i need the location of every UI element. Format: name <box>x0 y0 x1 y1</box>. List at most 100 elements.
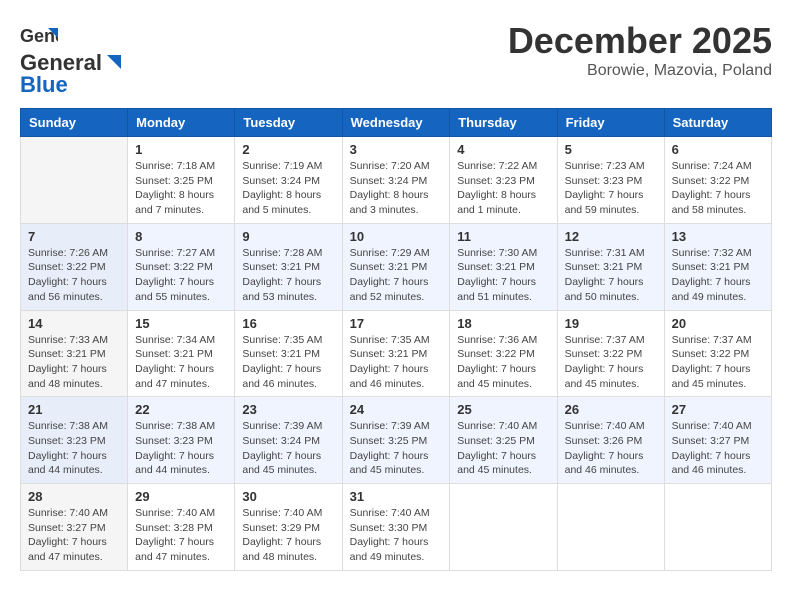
day-info: Sunrise: 7:40 AMSunset: 3:25 PMDaylight:… <box>457 419 549 478</box>
calendar-cell: 24 Sunrise: 7:39 AMSunset: 3:25 PMDayligh… <box>342 397 450 484</box>
calendar-cell: 4Sunrise: 7:22 AMSunset: 3:23 PMDaylight… <box>450 137 557 224</box>
calendar-cell: 14 Sunrise: 7:33 AMSunset: 3:21 PMDayligh… <box>21 310 128 397</box>
calendar-table: Sunday Monday Tuesday Wednesday Thursday… <box>20 108 772 571</box>
day-number: 19 <box>565 316 657 331</box>
calendar-week-row: 7 Sunrise: 7:26 AMSunset: 3:22 PMDaylight… <box>21 223 772 310</box>
calendar-cell: 8 Sunrise: 7:27 AMSunset: 3:22 PMDaylight… <box>128 223 235 310</box>
day-info: Sunrise: 7:31 AMSunset: 3:21 PMDaylight:… <box>565 246 657 305</box>
day-number: 7 <box>28 229 120 244</box>
calendar-cell: 22 Sunrise: 7:38 AMSunset: 3:23 PMDayligh… <box>128 397 235 484</box>
day-info: Sunrise: 7:40 AMSunset: 3:27 PMDaylight:… <box>672 419 764 478</box>
calendar-cell: 27 Sunrise: 7:40 AMSunset: 3:27 PMDayligh… <box>664 397 771 484</box>
calendar-cell: 25 Sunrise: 7:40 AMSunset: 3:25 PMDayligh… <box>450 397 557 484</box>
calendar-header-row: Sunday Monday Tuesday Wednesday Thursday… <box>21 109 772 137</box>
day-number: 3 <box>350 142 443 157</box>
calendar-cell: 2Sunrise: 7:19 AMSunset: 3:24 PMDaylight… <box>235 137 342 224</box>
day-number: 28 <box>28 489 120 504</box>
day-number: 9 <box>242 229 334 244</box>
logo-triangle-icon <box>103 53 121 71</box>
day-number: 23 <box>242 402 334 417</box>
calendar-cell: 29Sunrise: 7:40 AMSunset: 3:28 PMDayligh… <box>128 484 235 571</box>
calendar-cell: 9 Sunrise: 7:28 AMSunset: 3:21 PMDaylight… <box>235 223 342 310</box>
day-number: 26 <box>565 402 657 417</box>
calendar-cell: 26 Sunrise: 7:40 AMSunset: 3:26 PMDayligh… <box>557 397 664 484</box>
day-number: 12 <box>565 229 657 244</box>
calendar-cell <box>450 484 557 571</box>
day-number: 1 <box>135 142 227 157</box>
day-info: Sunrise: 7:29 AMSunset: 3:21 PMDaylight:… <box>350 246 443 305</box>
logo: General General Blue <box>20 20 121 98</box>
calendar-cell: 6 Sunrise: 7:24 AMSunset: 3:22 PMDaylight… <box>664 137 771 224</box>
calendar-cell: 13 Sunrise: 7:32 AMSunset: 3:21 PMDayligh… <box>664 223 771 310</box>
day-number: 13 <box>672 229 764 244</box>
day-info: Sunrise: 7:40 AMSunset: 3:28 PMDaylight:… <box>135 506 227 565</box>
calendar-week-row: 28 Sunrise: 7:40 AMSunset: 3:27 PMDayligh… <box>21 484 772 571</box>
calendar-cell <box>21 137 128 224</box>
calendar-cell: 3 Sunrise: 7:20 AMSunset: 3:24 PMDaylight… <box>342 137 450 224</box>
day-info: Sunrise: 7:32 AMSunset: 3:21 PMDaylight:… <box>672 246 764 305</box>
day-info: Sunrise: 7:38 AMSunset: 3:23 PMDaylight:… <box>28 419 120 478</box>
calendar-cell: 1Sunrise: 7:18 AMSunset: 3:25 PMDaylight… <box>128 137 235 224</box>
calendar-cell: 19 Sunrise: 7:37 AMSunset: 3:22 PMDayligh… <box>557 310 664 397</box>
day-info: Sunrise: 7:40 AMSunset: 3:26 PMDaylight:… <box>565 419 657 478</box>
calendar-cell <box>557 484 664 571</box>
calendar-cell: 7 Sunrise: 7:26 AMSunset: 3:22 PMDaylight… <box>21 223 128 310</box>
day-info: Sunrise: 7:22 AMSunset: 3:23 PMDaylight:… <box>457 159 549 218</box>
calendar-cell: 18Sunrise: 7:36 AMSunset: 3:22 PMDayligh… <box>450 310 557 397</box>
day-number: 16 <box>242 316 334 331</box>
day-info: Sunrise: 7:27 AMSunset: 3:22 PMDaylight:… <box>135 246 227 305</box>
calendar-week-row: 21Sunrise: 7:38 AMSunset: 3:23 PMDayligh… <box>21 397 772 484</box>
page-header: General General Blue December 2025 Borow… <box>20 20 772 98</box>
col-tuesday: Tuesday <box>235 109 342 137</box>
calendar-cell: 11Sunrise: 7:30 AMSunset: 3:21 PMDayligh… <box>450 223 557 310</box>
day-number: 5 <box>565 142 657 157</box>
day-number: 24 <box>350 402 443 417</box>
day-info: Sunrise: 7:20 AMSunset: 3:24 PMDaylight:… <box>350 159 443 218</box>
day-info: Sunrise: 7:30 AMSunset: 3:21 PMDaylight:… <box>457 246 549 305</box>
calendar-cell: 17 Sunrise: 7:35 AMSunset: 3:21 PMDayligh… <box>342 310 450 397</box>
day-number: 25 <box>457 402 549 417</box>
logo-blue: Blue <box>20 72 68 97</box>
calendar-cell: 20Sunrise: 7:37 AMSunset: 3:22 PMDayligh… <box>664 310 771 397</box>
calendar-cell: 5 Sunrise: 7:23 AMSunset: 3:23 PMDaylight… <box>557 137 664 224</box>
day-info: Sunrise: 7:23 AMSunset: 3:23 PMDaylight:… <box>565 159 657 218</box>
day-info: Sunrise: 7:40 AMSunset: 3:30 PMDaylight:… <box>350 506 443 565</box>
day-info: Sunrise: 7:40 AMSunset: 3:29 PMDaylight:… <box>242 506 334 565</box>
day-number: 17 <box>350 316 443 331</box>
day-number: 14 <box>28 316 120 331</box>
calendar-cell <box>664 484 771 571</box>
calendar-cell: 30 Sunrise: 7:40 AMSunset: 3:29 PMDayligh… <box>235 484 342 571</box>
day-info: Sunrise: 7:39 AMSunset: 3:24 PMDaylight:… <box>242 419 334 478</box>
day-info: Sunrise: 7:39 AMSunset: 3:25 PMDaylight:… <box>350 419 443 478</box>
day-info: Sunrise: 7:24 AMSunset: 3:22 PMDaylight:… <box>672 159 764 218</box>
day-info: Sunrise: 7:28 AMSunset: 3:21 PMDaylight:… <box>242 246 334 305</box>
calendar-cell: 21Sunrise: 7:38 AMSunset: 3:23 PMDayligh… <box>21 397 128 484</box>
day-number: 30 <box>242 489 334 504</box>
day-info: Sunrise: 7:38 AMSunset: 3:23 PMDaylight:… <box>135 419 227 478</box>
day-number: 6 <box>672 142 764 157</box>
calendar-cell: 15Sunrise: 7:34 AMSunset: 3:21 PMDayligh… <box>128 310 235 397</box>
location: Borowie, Mazovia, Poland <box>508 62 772 80</box>
calendar-week-row: 1Sunrise: 7:18 AMSunset: 3:25 PMDaylight… <box>21 137 772 224</box>
col-sunday: Sunday <box>21 109 128 137</box>
calendar-cell: 10 Sunrise: 7:29 AMSunset: 3:21 PMDayligh… <box>342 223 450 310</box>
day-info: Sunrise: 7:36 AMSunset: 3:22 PMDaylight:… <box>457 333 549 392</box>
day-info: Sunrise: 7:33 AMSunset: 3:21 PMDaylight:… <box>28 333 120 392</box>
day-info: Sunrise: 7:26 AMSunset: 3:22 PMDaylight:… <box>28 246 120 305</box>
col-thursday: Thursday <box>450 109 557 137</box>
calendar-cell: 28 Sunrise: 7:40 AMSunset: 3:27 PMDayligh… <box>21 484 128 571</box>
day-number: 27 <box>672 402 764 417</box>
logo-icon: General <box>20 20 58 58</box>
col-wednesday: Wednesday <box>342 109 450 137</box>
day-info: Sunrise: 7:40 AMSunset: 3:27 PMDaylight:… <box>28 506 120 565</box>
day-number: 10 <box>350 229 443 244</box>
calendar-week-row: 14 Sunrise: 7:33 AMSunset: 3:21 PMDayligh… <box>21 310 772 397</box>
day-number: 20 <box>672 316 764 331</box>
day-info: Sunrise: 7:37 AMSunset: 3:22 PMDaylight:… <box>565 333 657 392</box>
day-number: 22 <box>135 402 227 417</box>
day-number: 8 <box>135 229 227 244</box>
day-info: Sunrise: 7:35 AMSunset: 3:21 PMDaylight:… <box>350 333 443 392</box>
calendar-cell: 23 Sunrise: 7:39 AMSunset: 3:24 PMDayligh… <box>235 397 342 484</box>
day-info: Sunrise: 7:34 AMSunset: 3:21 PMDaylight:… <box>135 333 227 392</box>
title-area: December 2025 Borowie, Mazovia, Poland <box>508 20 772 80</box>
